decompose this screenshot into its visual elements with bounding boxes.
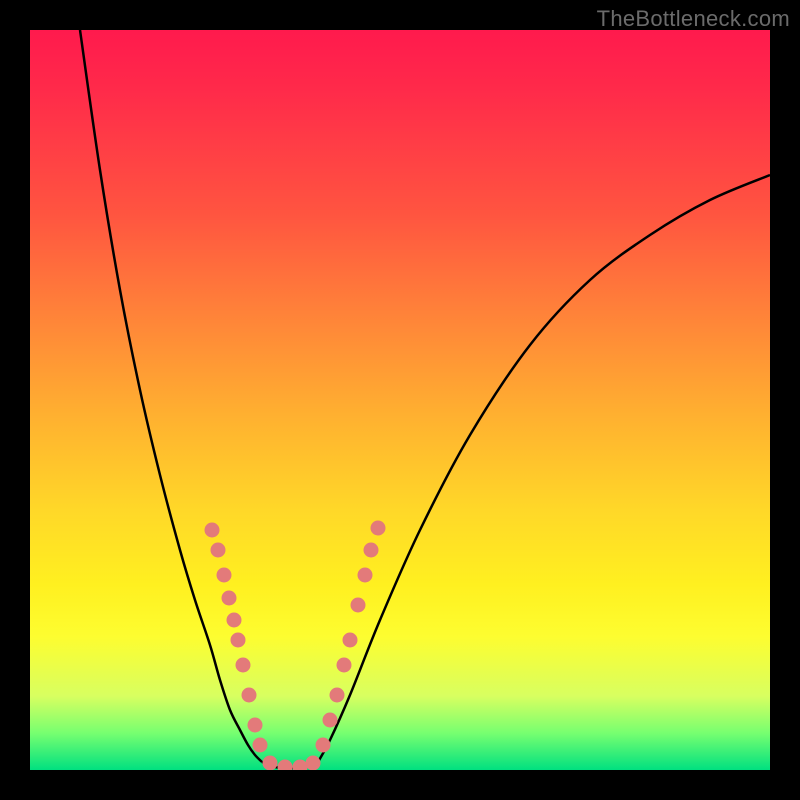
data-dot [316, 738, 331, 753]
watermark-text: TheBottleneck.com [597, 6, 790, 32]
data-dot [205, 523, 220, 538]
data-dot [231, 633, 246, 648]
dot-group [205, 521, 386, 771]
data-dot [253, 738, 268, 753]
data-dot [293, 760, 308, 771]
data-dot [306, 756, 321, 771]
data-dot [236, 658, 251, 673]
data-dot [358, 568, 373, 583]
data-dot [222, 591, 237, 606]
data-dot [323, 713, 338, 728]
data-dot [371, 521, 386, 536]
data-dot [248, 718, 263, 733]
chart-svg [30, 30, 770, 770]
data-dot [337, 658, 352, 673]
data-dot [227, 613, 242, 628]
data-dot [217, 568, 232, 583]
data-dot [278, 760, 293, 771]
data-dot [263, 756, 278, 771]
data-dot [211, 543, 226, 558]
data-dot [364, 543, 379, 558]
curve-left [80, 30, 262, 762]
data-dot [351, 598, 366, 613]
data-dot [330, 688, 345, 703]
data-dot [343, 633, 358, 648]
data-dot [242, 688, 257, 703]
chart-frame [30, 30, 770, 770]
curve-right [318, 175, 770, 762]
